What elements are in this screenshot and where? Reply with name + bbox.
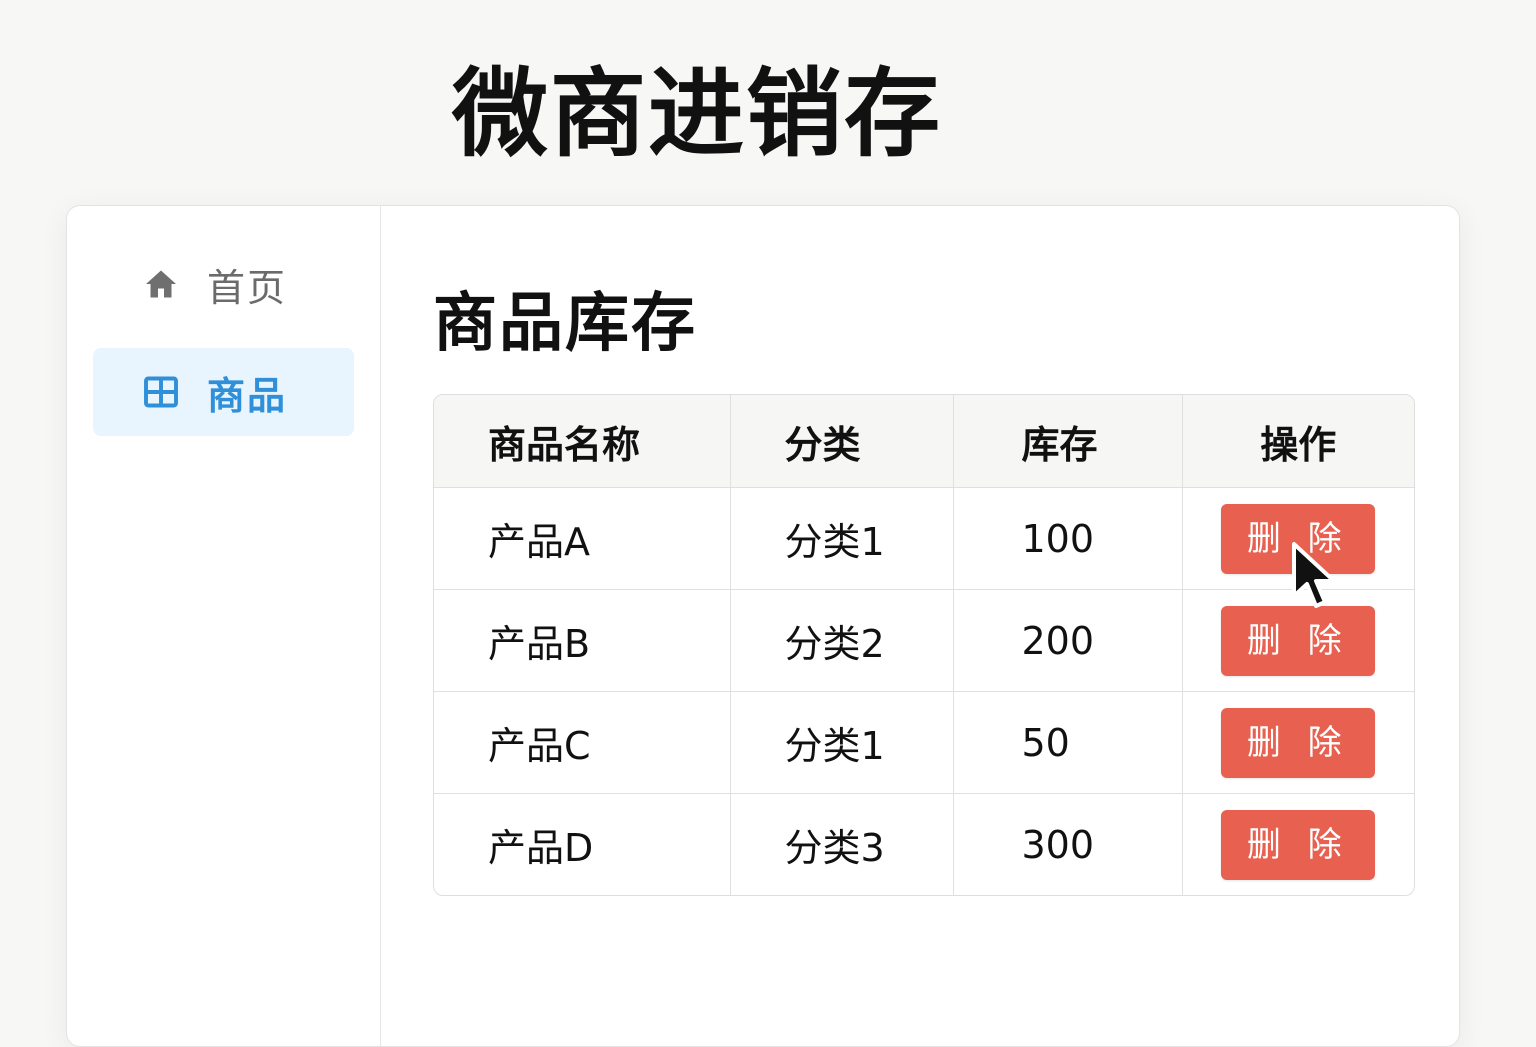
- column-header-stock: 库存: [953, 395, 1183, 488]
- product-stock: 300: [953, 793, 1183, 895]
- product-category: 分类3: [730, 793, 954, 895]
- action-cell: 删 除: [1182, 589, 1414, 692]
- table-header-row: 商品名称 分类 库存 操作: [434, 395, 1414, 488]
- main-content: 商品库存 商品名称 分类 库存 操作 产品A 分类1 100 删 除 产品B 分…: [381, 206, 1459, 1046]
- column-header-action: 操作: [1182, 395, 1414, 488]
- product-name: 产品C: [434, 691, 731, 794]
- delete-button[interactable]: 删 除: [1221, 503, 1376, 574]
- sidebar-item-products[interactable]: 商品: [93, 348, 354, 436]
- product-stock: 200: [953, 589, 1183, 692]
- sidebar-item-home[interactable]: 首页: [93, 240, 354, 328]
- delete-button[interactable]: 删 除: [1221, 605, 1376, 676]
- page-title: 商品库存: [433, 287, 697, 361]
- table-row: 产品C 分类1 50 删 除: [434, 691, 1414, 794]
- product-category: 分类1: [730, 487, 954, 590]
- table-row: 产品D 分类3 300 删 除: [434, 793, 1414, 896]
- app-window: 首页 商品 商品库存 商品名称 分类 库存 操作 产品A 分类1 100 删 除…: [66, 205, 1460, 1047]
- product-category: 分类2: [730, 589, 954, 692]
- product-name: 产品B: [434, 589, 731, 692]
- column-header-name: 商品名称: [434, 395, 731, 488]
- table-row: 产品A 分类1 100 删 除: [434, 487, 1414, 590]
- home-icon: [143, 266, 179, 302]
- product-category: 分类1: [730, 691, 954, 794]
- sidebar: 首页 商品: [67, 206, 381, 1046]
- table-row: 产品B 分类2 200 删 除: [434, 589, 1414, 692]
- product-stock: 100: [953, 487, 1183, 590]
- delete-button[interactable]: 删 除: [1221, 707, 1376, 778]
- action-cell: 删 除: [1182, 691, 1414, 794]
- app-title: 微商进销存: [452, 58, 942, 170]
- sidebar-item-label: 首页: [207, 265, 288, 310]
- grid-icon: [143, 374, 179, 410]
- product-name: 产品D: [434, 793, 731, 895]
- inventory-table: 商品名称 分类 库存 操作 产品A 分类1 100 删 除 产品B 分类2 20…: [433, 394, 1415, 896]
- delete-button[interactable]: 删 除: [1221, 809, 1376, 880]
- sidebar-item-label: 商品: [207, 373, 288, 418]
- action-cell: 删 除: [1182, 487, 1414, 590]
- product-name: 产品A: [434, 487, 731, 590]
- action-cell: 删 除: [1182, 794, 1414, 896]
- column-header-category: 分类: [730, 395, 954, 488]
- product-stock: 50: [953, 691, 1183, 794]
